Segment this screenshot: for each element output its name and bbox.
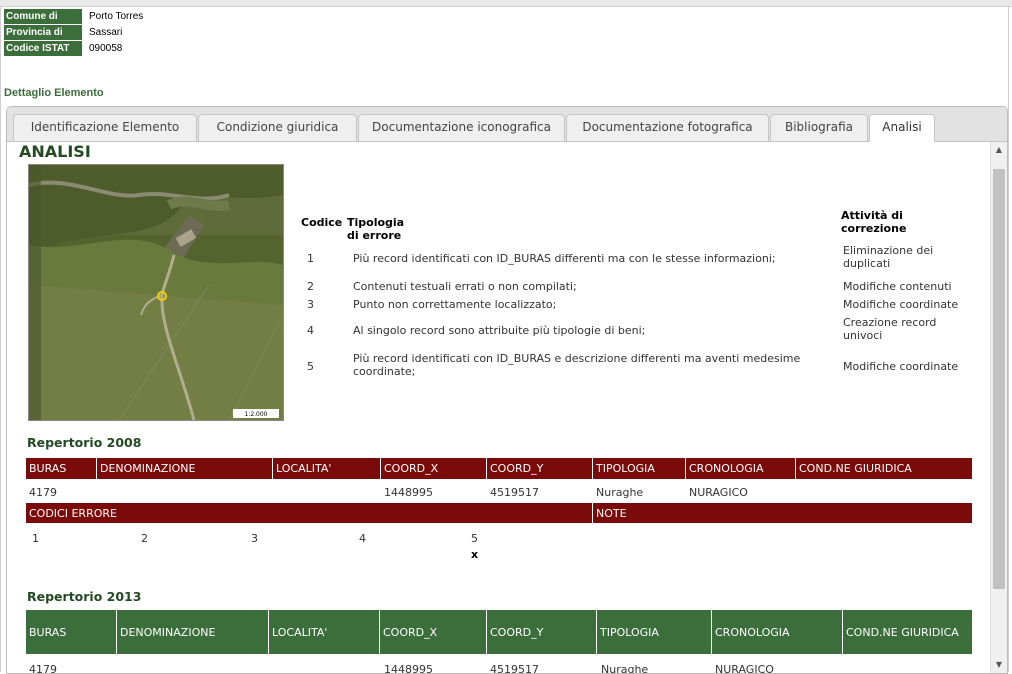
error-code-3: 3 <box>251 532 258 545</box>
window-top-bar <box>0 0 1012 7</box>
col-header: DENOMINAZIONE <box>97 458 273 479</box>
cell-tipologia: Nuraghe <box>596 486 644 499</box>
err-code: 1 <box>307 252 314 265</box>
err-action: Creazione record univoci <box>843 316 937 342</box>
tab-documentazione-iconografica[interactable]: Documentazione iconografica <box>358 114 565 141</box>
col-header: COORD_X <box>380 610 487 654</box>
err-desc: Più record identificati con ID_BURAS e d… <box>353 352 801 378</box>
err-desc: Punto non correttamente localizzato; <box>353 298 557 311</box>
repertorio-2013-title: Repertorio 2013 <box>27 589 142 604</box>
col-header: LOCALITA' <box>273 458 381 479</box>
window-left-border <box>0 6 1 672</box>
error-code-5: 5 <box>471 532 478 545</box>
tab-bibliografia[interactable]: Bibliografia <box>770 114 868 141</box>
col-header: DENOMINAZIONE <box>117 610 269 654</box>
cell-buras: 4179 <box>29 486 57 499</box>
err-action: Modifiche contenuti <box>843 280 952 293</box>
col-header: CRONOLOGIA <box>686 458 796 479</box>
repertorio-2008-header: BURAS DENOMINAZIONE LOCALITA' COORD_X CO… <box>26 458 972 479</box>
repertorio-2008-title: Repertorio 2008 <box>27 435 142 450</box>
error-code-2: 2 <box>141 532 148 545</box>
col-header: BURAS <box>26 458 97 479</box>
col-header: BURAS <box>26 610 117 654</box>
info-label: Provincia di <box>4 24 82 40</box>
aerial-map-image: 1:2.000 <box>28 164 284 421</box>
tab-analisi[interactable]: Analisi <box>869 114 935 142</box>
cell-cronologia: NURAGICO <box>689 486 748 499</box>
tab-identificazione[interactable]: Identificazione Elemento <box>13 114 197 141</box>
error-code-4: 4 <box>359 532 366 545</box>
err-header-code: Codice <box>301 216 343 229</box>
info-label: Comune di <box>4 8 82 24</box>
col-header: COORD_Y <box>487 458 593 479</box>
col-header: CODICI ERRORE <box>26 503 593 523</box>
col-header: LOCALITA' <box>269 610 380 654</box>
col-header: NOTE <box>593 503 972 523</box>
info-label: Codice ISTAT <box>4 40 82 56</box>
info-value: Sassari <box>89 26 123 38</box>
tab-bar: Identificazione Elemento Condizione giur… <box>7 107 1007 142</box>
location-info: Comune di Porto Torres Provincia di Sass… <box>4 8 143 56</box>
cell-coord-y: 4519517 <box>490 486 539 499</box>
err-desc: Contenuti testuali errati o non compilat… <box>353 280 577 293</box>
info-row-provincia: Provincia di Sassari <box>4 24 143 40</box>
info-value: Porto Torres <box>89 10 144 22</box>
error-code-1: 1 <box>32 532 39 545</box>
err-action: Modifiche coordinate <box>843 360 959 373</box>
info-value: 090058 <box>89 42 123 54</box>
section-title: Dettaglio Elemento <box>4 87 104 99</box>
tab-documentazione-fotografica[interactable]: Documentazione fotografica <box>566 114 769 141</box>
err-action: Eliminazione dei duplicati <box>843 244 934 270</box>
err-code: 2 <box>307 280 314 293</box>
col-header: COND.NE GIURIDICA <box>796 458 972 479</box>
col-header: COORD_X <box>381 458 487 479</box>
col-header: TIPOLOGIA <box>593 458 686 479</box>
err-header-type: Tipologia di errore <box>347 216 405 242</box>
analisi-title: ANALISI <box>19 142 91 161</box>
err-action: Modifiche coordinate <box>843 298 959 311</box>
scroll-up-icon[interactable]: ▲ <box>991 142 1007 158</box>
err-code: 5 <box>307 360 314 373</box>
err-code: 4 <box>307 324 314 337</box>
error-codes-header: CODICI ERRORE NOTE <box>26 503 972 523</box>
col-header: COND.NE GIURIDICA <box>843 610 972 654</box>
vertical-scrollbar[interactable]: ▲ ▼ <box>990 142 1007 673</box>
error-mark-5: x <box>471 548 479 561</box>
info-row-comune: Comune di Porto Torres <box>4 8 143 24</box>
err-code: 3 <box>307 298 314 311</box>
map-scale-label: 1:2.000 <box>244 411 267 418</box>
tab-condizione-giuridica[interactable]: Condizione giuridica <box>198 114 357 141</box>
repertorio-2013-header: BURAS DENOMINAZIONE LOCALITA' COORD_X CO… <box>26 610 972 654</box>
err-desc: Al singolo record sono attribuite più ti… <box>353 324 646 337</box>
info-row-istat: Codice ISTAT 090058 <box>4 40 143 56</box>
col-header: CRONOLOGIA <box>712 610 843 654</box>
cell-coord-x: 1448995 <box>384 486 433 499</box>
col-header: TIPOLOGIA <box>597 610 712 654</box>
err-header-action: Attività di correzione <box>841 209 907 235</box>
window-right-border <box>1008 6 1009 672</box>
detail-panel: Identificazione Elemento Condizione giur… <box>6 106 1008 674</box>
scroll-down-icon[interactable]: ▼ <box>991 657 1007 673</box>
err-desc: Più record identificati con ID_BURAS dif… <box>353 252 776 265</box>
scroll-thumb[interactable] <box>993 169 1005 589</box>
analisi-content: ANALISI 1:2.000 Codice Tipologia di erro… <box>7 142 989 673</box>
col-header: COORD_Y <box>487 610 597 654</box>
